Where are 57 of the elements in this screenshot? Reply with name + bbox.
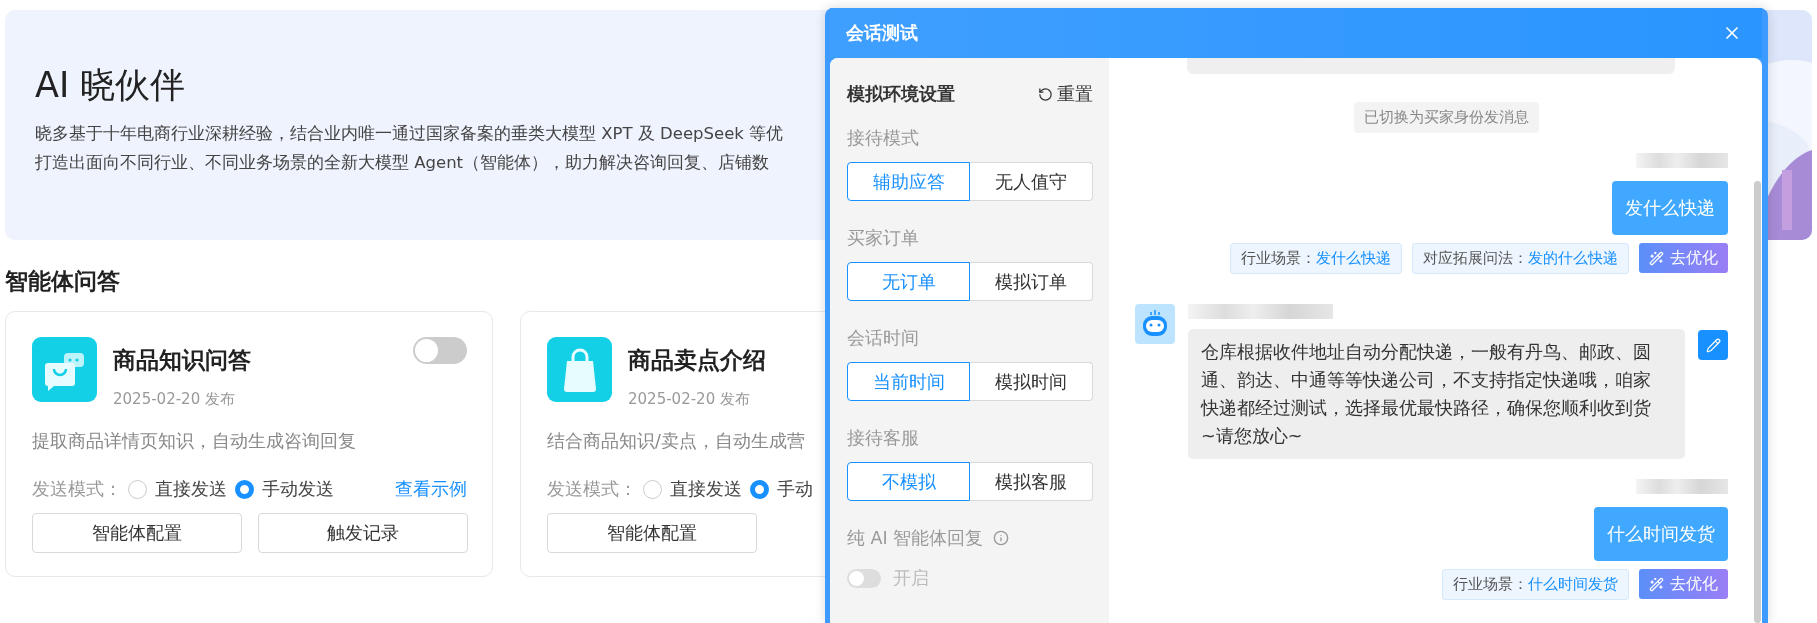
- radio-dot[interactable]: [235, 479, 254, 499]
- hero-description: 晓多基于十年电商行业深耕经验，结合业内唯一通过国家备案的垂类大模型 XPT 及 DeepSeek 等优: [35, 123, 784, 144]
- send-mode-label: 发送模式：: [32, 478, 122, 501]
- scene-tag: 对应拓展问法：发的什么快递: [1412, 243, 1629, 274]
- agent-action-button[interactable]: 触发记录: [258, 513, 468, 553]
- agent-description: 结合商品知识/卖点，自动生成营: [547, 430, 805, 453]
- send-mode-radio[interactable]: 手动发送: [235, 477, 334, 501]
- reset-button[interactable]: 重置: [1038, 82, 1093, 106]
- radio-dot[interactable]: [128, 479, 147, 499]
- reset-icon: [1038, 86, 1053, 102]
- send-mode-radio[interactable]: 直接发送: [643, 477, 742, 501]
- segment-option[interactable]: 模拟订单: [970, 262, 1093, 301]
- dialog-title: 会话测试: [846, 21, 918, 45]
- magic-wand-icon: [1649, 576, 1664, 592]
- hero-description: 打造出面向不同行业、不同业务场景的全新大模型 Agent（智能体），助力解决咨询回复、店铺数: [35, 152, 771, 173]
- toggle-switch[interactable]: [847, 568, 881, 588]
- agent-description: 提取商品详情页知识，自动生成咨询回复: [32, 430, 356, 453]
- agent-title: 商品卖点介绍: [628, 346, 766, 375]
- info-icon[interactable]: [993, 530, 1010, 546]
- scrollbar[interactable]: [1754, 181, 1761, 623]
- radio-label[interactable]: 直接发送: [670, 477, 742, 501]
- agent-title: 商品知识问答: [113, 346, 251, 375]
- radio-label[interactable]: 直接发送: [155, 477, 227, 501]
- agent-action-button[interactable]: 智能体配置: [547, 513, 757, 553]
- setting-label: 接待模式: [847, 127, 920, 150]
- magic-wand-icon: [1649, 250, 1664, 266]
- bot-message: 仓库根据收件地址自动分配快递，一般有丹鸟、邮政、圆通、韵达、中通等等快递公司，不支持指定快递哦，咱家快递都经过测试，选择最优最快路径，确保您顺利收到货~请您放心~: [1188, 329, 1685, 459]
- radio-label[interactable]: 手动发送: [262, 477, 334, 501]
- segment-option[interactable]: 模拟客服: [970, 462, 1093, 501]
- radio-dot[interactable]: [643, 479, 662, 499]
- toggle-label: 开启: [893, 567, 929, 590]
- buyer-message: 什么时间发货: [1594, 507, 1728, 561]
- setting-label: 接待客服: [847, 427, 920, 450]
- system-notice: 已切换为买家身份发消息: [1354, 102, 1539, 133]
- radio-dot[interactable]: [750, 479, 769, 499]
- agent-action-button[interactable]: 智能体配置: [32, 513, 242, 553]
- pencil-icon: [1705, 337, 1721, 353]
- enable-toggle[interactable]: [413, 337, 467, 364]
- buyer-message: 发什么快递: [1612, 181, 1728, 235]
- send-mode-label: 发送模式：: [547, 478, 637, 501]
- publish-date: 2025-02-20 发布: [113, 390, 236, 409]
- setting-label: 买家订单: [847, 227, 920, 250]
- edit-button[interactable]: [1698, 330, 1728, 360]
- scene-tag: 行业场景：发什么快递: [1230, 243, 1402, 274]
- send-mode-radio[interactable]: 直接发送: [128, 477, 227, 501]
- segment-option[interactable]: 模拟时间: [970, 362, 1093, 401]
- hero-title: AI 晓伙伴: [35, 64, 187, 107]
- section-title: 智能体问答: [5, 267, 120, 296]
- setting-label: 会话时间: [847, 327, 920, 350]
- setting-label: 纯 AI 智能体回复: [847, 527, 984, 550]
- segment-option[interactable]: 无人值守: [970, 162, 1093, 201]
- settings-title: 模拟环境设置: [847, 83, 955, 106]
- radio-label[interactable]: 手动: [777, 477, 813, 501]
- send-mode-radio[interactable]: 手动: [750, 477, 813, 501]
- publish-date: 2025-02-20 发布: [628, 390, 751, 409]
- robot-avatar: [1135, 304, 1175, 344]
- scene-tag: 行业场景：什么时间发货: [1442, 569, 1629, 600]
